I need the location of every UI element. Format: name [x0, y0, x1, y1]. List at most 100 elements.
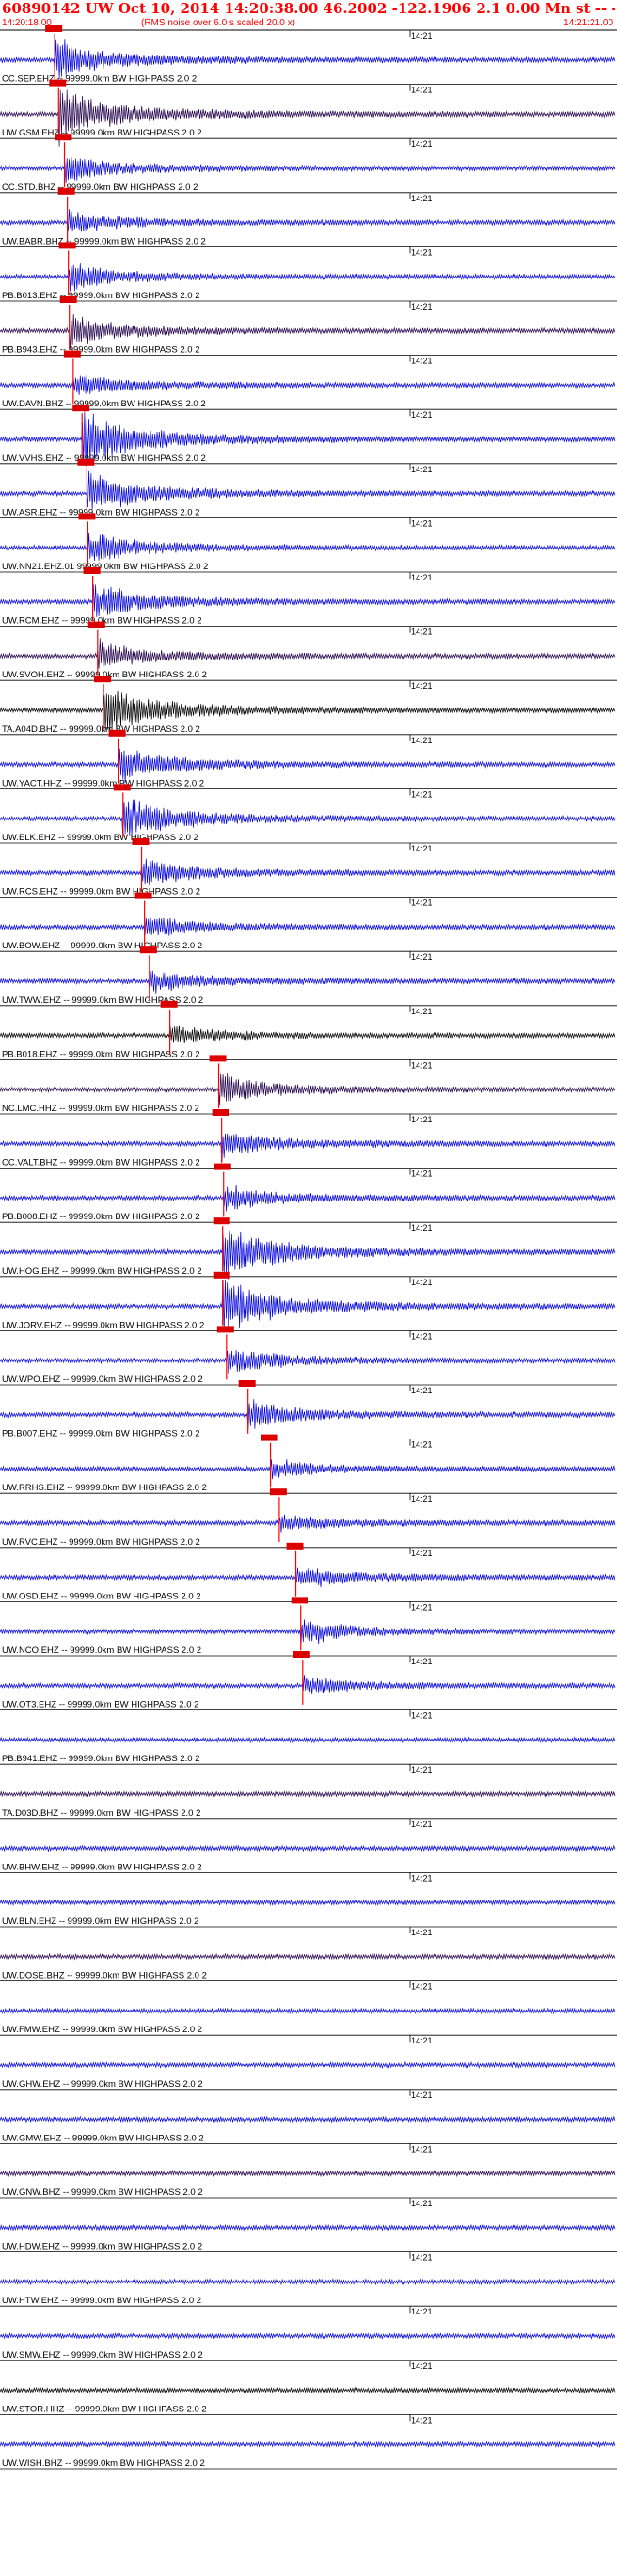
trace-waveform	[0, 2115, 616, 2123]
minute-tick-label: 14:21	[411, 357, 433, 366]
minute-tick-label: 14:21	[411, 86, 433, 95]
trace-waveform	[0, 638, 616, 669]
minute-tick-label: 14:21	[411, 736, 433, 745]
trace-waveform	[0, 2278, 616, 2286]
trace-waveform	[0, 2440, 616, 2449]
trace-waveform	[0, 1736, 616, 1744]
trace-waveform	[0, 374, 616, 395]
trace-label: UW.OT3.EHZ -- 99999.0km BW HIGHPASS 2.0 …	[2, 1700, 198, 1710]
minute-tick-label: 14:21	[411, 628, 433, 637]
minute-tick-label: 14:21	[411, 789, 433, 799]
trace-label: UW.JORV.EHZ -- 99999.0km BW HIGHPASS 2.0…	[2, 1320, 204, 1330]
pick-marker	[63, 350, 81, 358]
minute-tick-label: 14:21	[411, 2036, 433, 2045]
trace-label: UW.DOSE.BHZ -- 99999.0km BW HIGHPASS 2.0…	[2, 1971, 207, 1981]
trace-waveform	[0, 2169, 616, 2178]
trace-waveform	[0, 1350, 616, 1374]
minute-tick-label: 14:21	[411, 1928, 433, 1937]
trace-label: UW.HDW.EHZ -- 99999.0km BW HIGHPASS 2.0 …	[2, 2242, 202, 2252]
trace-label: UW.GNW.BHZ -- 99999.0km BW HIGHPASS 2.0 …	[2, 2187, 203, 2198]
minute-tick-label: 14:21	[411, 952, 433, 962]
minute-tick-label: 14:21	[411, 2253, 433, 2263]
trace-waveform	[0, 1619, 616, 1645]
trace-waveform	[0, 470, 616, 510]
pick-marker	[238, 1380, 256, 1387]
trace-waveform	[0, 157, 616, 183]
pick-marker	[49, 79, 67, 87]
pick-marker	[87, 621, 105, 628]
trace-waveform	[0, 1185, 616, 1212]
minute-tick-label: 14:21	[411, 1494, 433, 1503]
trace-label: UW.STOR.HHZ -- 99999.0km BW HIGHPASS 2.0…	[2, 2404, 207, 2414]
trace-waveform	[0, 2386, 616, 2394]
trace-label: UW.HTW.EHZ -- 99999.0km BW HIGHPASS 2.0 …	[2, 2296, 201, 2306]
trace-waveform	[0, 263, 616, 292]
trace-waveform	[0, 39, 616, 79]
trace-label: UW.GMW.EHZ -- 99999.0km BW HIGHPASS 2.0 …	[2, 2133, 204, 2143]
pick-marker	[214, 1163, 231, 1170]
minute-tick-label: 14:21	[411, 1657, 433, 1666]
trace-label: CC.STD.BHZ -- 99999.0km BW HIGHPASS 2.0 …	[2, 183, 198, 193]
pick-marker	[269, 1488, 287, 1496]
trace-waveform	[0, 1514, 616, 1533]
minute-tick-label: 14:21	[411, 1223, 433, 1232]
trace-label: UW.RCS.EHZ -- 99999.0km BW HIGHPASS 2.0 …	[2, 887, 200, 898]
pick-marker	[108, 729, 126, 737]
minute-tick-label: 14:21	[411, 31, 433, 40]
minute-tick-label: 14:21	[411, 247, 433, 257]
trace-label: PB.B941.EHZ -- 99999.0km BW HIGHPASS 2.0…	[2, 1754, 200, 1764]
minute-tick-label: 14:21	[411, 518, 433, 528]
trace-waveform	[0, 1567, 616, 1588]
pick-marker	[293, 1651, 310, 1658]
trace-waveform	[0, 858, 616, 886]
trace-label: PB.B013.EHZ -- 99999.0km BW HIGHPASS 2.0…	[2, 291, 200, 301]
pick-marker	[213, 1271, 230, 1279]
trace-waveform	[0, 533, 616, 562]
minute-tick-label: 14:21	[411, 844, 433, 853]
minute-tick-label: 14:21	[411, 2415, 433, 2425]
trace-label: PB.B007.EHZ -- 99999.0km BW HIGHPASS 2.0…	[2, 1429, 200, 1439]
pick-marker	[216, 1326, 234, 1333]
trace-label: UW.RRHS.EHZ -- 99999.0km BW HIGHPASS 2.0…	[2, 1483, 207, 1493]
minute-tick-label: 14:21	[411, 898, 433, 908]
trace-label: UW.ASR.EHZ -- 99999.0km BW HIGHPASS 2.0 …	[2, 507, 199, 517]
trace-waveform	[0, 2007, 616, 2015]
trace-label: UW.BLN.EHZ -- 99999.0km BW HIGHPASS 2.0 …	[2, 1916, 198, 1927]
pick-marker	[45, 25, 63, 32]
minute-tick-label: 14:21	[411, 2091, 433, 2100]
trace-label: UW.HOG.EHZ -- 99999.0km BW HIGHPASS 2.0 …	[2, 1266, 202, 1277]
trace-label: UW.NCO.EHZ -- 99999.0km BW HIGHPASS 2.0 …	[2, 1646, 201, 1656]
minute-tick-label: 14:21	[411, 573, 433, 582]
minute-tick-label: 14:21	[411, 1386, 433, 1395]
minute-tick-label: 14:21	[411, 1711, 433, 1721]
minute-tick-label: 14:21	[411, 1982, 433, 1992]
trace-label: UW.VVHS.EHZ -- 99999.0km BW HIGHPASS 2.0…	[2, 453, 206, 464]
trace-waveform	[0, 1073, 616, 1105]
pick-marker	[94, 676, 112, 683]
trace-label: UW.GSM.EHZ -- 99999.0km BW HIGHPASS 2.0 …	[2, 128, 202, 138]
trace-label: TA.A04D.BHZ -- 99999.0km BW HIGHPASS 2.0…	[2, 724, 200, 735]
pick-marker	[55, 134, 72, 141]
minute-tick-label: 14:21	[411, 681, 433, 691]
minute-tick-label: 14:21	[411, 1115, 433, 1124]
minute-tick-label: 14:21	[411, 1331, 433, 1341]
minute-tick-label: 14:21	[411, 1060, 433, 1070]
trace-waveform	[0, 1844, 616, 1852]
trace-waveform	[0, 1675, 616, 1694]
trace-label: PB.B943.EHZ -- 99999.0km BW HIGHPASS 2.0…	[2, 345, 200, 356]
trace-label: UW.WPO.EHZ -- 99999.0km BW HIGHPASS 2.0 …	[2, 1375, 203, 1385]
minute-tick-label: 14:21	[411, 465, 433, 474]
pick-marker	[113, 784, 131, 791]
trace-label: UW.BOW.EHZ -- 99999.0km BW HIGHPASS 2.0 …	[2, 941, 202, 951]
pick-marker	[59, 296, 77, 303]
trace-waveform	[0, 2223, 616, 2232]
minute-tick-label: 14:21	[411, 2307, 433, 2316]
pick-marker	[132, 838, 150, 845]
pick-marker	[160, 1000, 178, 1008]
minute-tick-label: 14:21	[411, 194, 433, 203]
trace-waveform	[0, 1789, 616, 1799]
trace-waveform	[0, 209, 616, 232]
pick-marker	[58, 242, 76, 249]
minute-tick-label: 14:21	[411, 1820, 433, 1829]
pick-marker	[261, 1434, 278, 1441]
